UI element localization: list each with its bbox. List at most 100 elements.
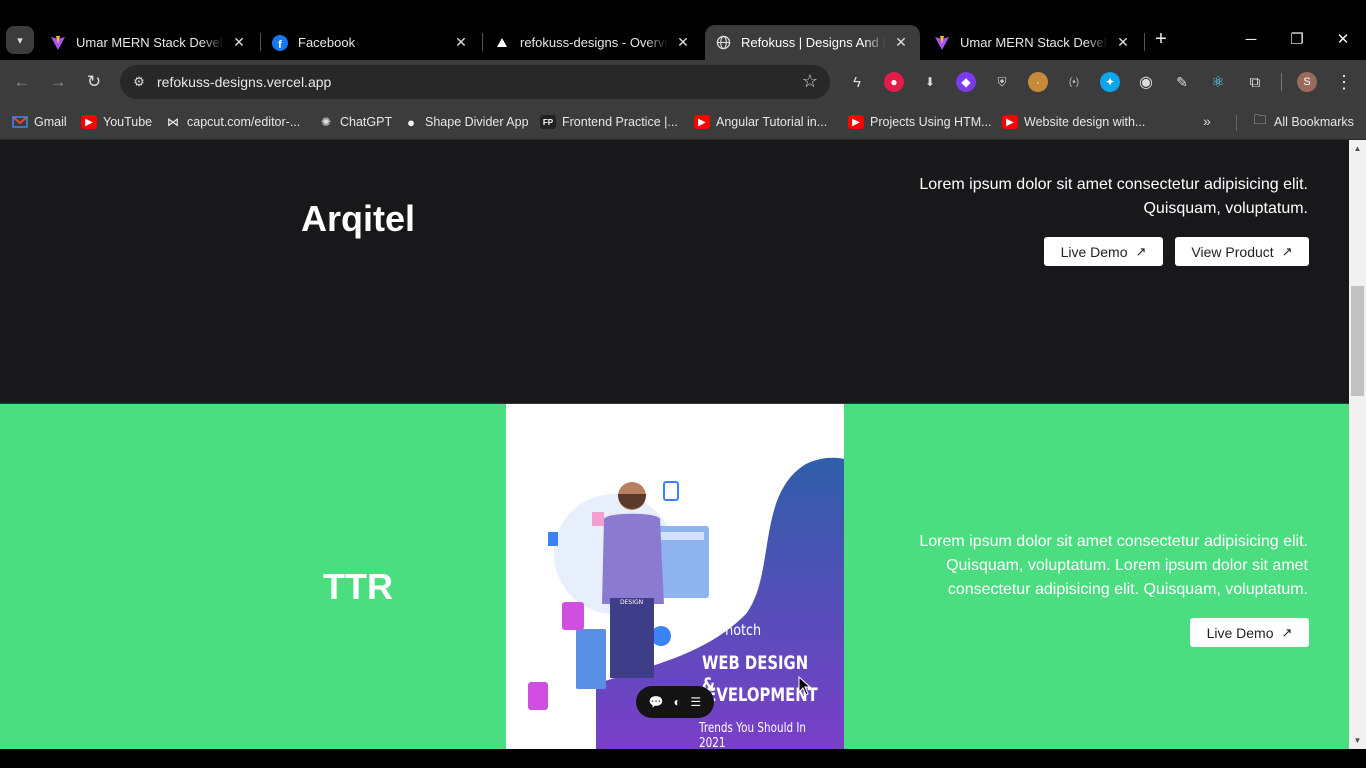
minimize-icon: ─ <box>1245 31 1257 48</box>
eyedropper-extension-icon[interactable]: ✎ <box>1172 72 1192 92</box>
image-hover-toolbar: 💬 ◐ ☰ <box>636 686 714 718</box>
toolbar-divider <box>1281 73 1282 91</box>
profile-avatar[interactable]: S <box>1297 72 1317 92</box>
tab-title: Umar MERN Stack Developer <box>76 35 224 50</box>
new-tab-button[interactable]: + <box>1150 28 1172 50</box>
tab-refokuss[interactable]: Refokuss | Designs And Development ✕ <box>705 25 920 60</box>
window-bottom-edge <box>0 749 1366 768</box>
bookmark-gmail[interactable]: Gmail <box>12 112 67 132</box>
plus-icon: + <box>1155 28 1167 50</box>
chevron-down-icon: ▾ <box>17 34 23 47</box>
bookmarks-divider <box>1236 115 1237 131</box>
capcut-icon: ⋈ <box>167 115 179 129</box>
scroll-up-arrow-icon[interactable]: ▲ <box>1349 140 1366 157</box>
close-window-button[interactable]: ✕ <box>1328 26 1358 54</box>
image-caption-line4: Trends You Should In 2021 <box>699 721 807 749</box>
bookmark-projects-html[interactable]: ▶ Projects Using HTM... <box>848 112 992 132</box>
bookmark-chatgpt[interactable]: ✺ ChatGPT <box>318 112 392 132</box>
vite-icon <box>50 35 66 51</box>
close-icon: ✕ <box>1336 31 1350 48</box>
restore-button[interactable]: ❐ <box>1282 26 1312 54</box>
trending-up-icon: ↗ <box>1281 243 1293 259</box>
globe-extension-icon[interactable]: ✦ <box>1100 72 1120 92</box>
youtube-icon: ▶ <box>81 115 97 129</box>
close-icon[interactable]: ✕ <box>892 34 910 51</box>
forward-button[interactable]: → <box>46 70 70 94</box>
page-viewport: Arqitel Lorem ipsum dolor sit amet conse… <box>0 140 1349 749</box>
address-bar[interactable]: ⚙ refokuss-designs.vercel.app ☆ <box>120 65 830 99</box>
shape-divider-icon: ● <box>407 114 415 130</box>
url-text[interactable]: refokuss-designs.vercel.app <box>157 74 331 90</box>
tab-search-button[interactable]: ▾ <box>6 26 34 54</box>
tab-facebook[interactable]: f Facebook ✕ <box>262 25 480 60</box>
scroll-down-arrow-icon[interactable]: ▼ <box>1349 732 1366 749</box>
tab-vercel[interactable]: refokuss-designs - Overview ✕ <box>484 25 702 60</box>
purple-extension-icon[interactable]: ◆ <box>956 72 976 92</box>
image-caption-line1: Top-notch <box>699 621 762 639</box>
live-demo-button[interactable]: Live Demo ↗ <box>1190 618 1309 647</box>
live-demo-button[interactable]: Live Demo ↗ <box>1044 237 1163 266</box>
bookmark-angular-tutorial[interactable]: ▶ Angular Tutorial in... <box>694 112 827 132</box>
globe-icon <box>715 35 731 51</box>
tab-umar-2[interactable]: Umar MERN Stack Developer ✕ <box>924 25 1142 60</box>
menu-dots-icon[interactable]: ⋮ <box>1334 70 1354 94</box>
comment-icon[interactable]: 💬 <box>649 695 664 709</box>
tab-divider <box>1144 33 1145 51</box>
arrow-left-icon: ← <box>13 72 31 91</box>
minimize-button[interactable]: ─ <box>1236 26 1266 54</box>
red-extension-icon[interactable]: ● <box>884 72 904 92</box>
lightning-extension-icon[interactable]: ϟ <box>847 72 867 92</box>
bookmark-frontend-practice[interactable]: FP Frontend Practice |... <box>540 112 678 132</box>
trending-up-icon: ↗ <box>1135 243 1147 259</box>
view-product-button[interactable]: View Product ↗ <box>1175 237 1309 266</box>
vercel-icon <box>494 35 510 51</box>
shield-extension-icon[interactable]: ⛨ <box>992 72 1012 92</box>
vite-icon <box>934 35 950 51</box>
fp-icon: FP <box>540 115 556 129</box>
restore-icon: ❐ <box>1290 31 1304 48</box>
all-bookmarks[interactable]: 🗀 All Bookmarks <box>1252 112 1353 132</box>
facebook-icon: f <box>272 34 288 51</box>
close-icon[interactable]: ✕ <box>230 34 248 51</box>
bookmark-star-icon[interactable]: ☆ <box>802 71 818 92</box>
more-bookmarks-chevron-icon[interactable]: » <box>1203 113 1211 129</box>
youtube-icon: ▶ <box>694 115 710 129</box>
tab-divider <box>260 33 261 51</box>
tab-title: Facebook <box>298 35 356 50</box>
puzzle-icon[interactable]: ⧉ <box>1245 72 1265 92</box>
tab-umar-1[interactable]: Umar MERN Stack Developer ✕ <box>40 25 258 60</box>
tab-title: refokuss-designs - Overview <box>520 35 668 50</box>
toggle-icon[interactable]: ◐ <box>673 695 680 709</box>
close-icon[interactable]: ✕ <box>1114 34 1132 51</box>
project-thumbnail: DESIGN Top-notch WEB DESIGN & DEVELOPMEN… <box>506 404 844 749</box>
project-arqitel: Arqitel Lorem ipsum dolor sit amet conse… <box>0 140 1349 404</box>
site-settings-icon[interactable]: ⚙ <box>130 73 148 91</box>
react-extension-icon[interactable]: ⚛ <box>1208 72 1228 92</box>
tab-divider <box>482 33 483 51</box>
bookmark-shape-divider[interactable]: ● Shape Divider App <box>403 112 528 132</box>
bookmark-youtube[interactable]: ▶ YouTube <box>81 112 152 132</box>
close-icon[interactable]: ✕ <box>674 34 692 51</box>
bookmarks-bar: Gmail ▶ YouTube ⋈ capcut.com/editor-... … <box>0 104 1366 140</box>
back-button[interactable]: ← <box>10 70 34 94</box>
project-ttr: TTR DESIGN Top-notch WEB DESIGN & DEVELO… <box>0 404 1349 749</box>
page-scrollbar[interactable]: ▲ ▼ <box>1349 140 1366 749</box>
target-extension-icon[interactable]: ◉ <box>1136 72 1156 92</box>
gmail-icon <box>12 115 28 129</box>
mic-extension-icon[interactable]: (•) <box>1064 72 1084 92</box>
download-extension-icon[interactable]: ⬇ <box>920 72 940 92</box>
list-icon[interactable]: ☰ <box>690 695 701 709</box>
scrollbar-thumb[interactable] <box>1351 286 1364 396</box>
project-title: TTR <box>323 566 393 607</box>
close-icon[interactable]: ✕ <box>452 34 470 51</box>
trending-up-icon: ↗ <box>1281 624 1293 640</box>
reload-button[interactable]: ↻ <box>82 70 106 94</box>
chatgpt-icon: ✺ <box>320 115 332 129</box>
bookmark-website-design[interactable]: ▶ Website design with... <box>1002 112 1145 132</box>
youtube-icon: ▶ <box>1002 115 1018 129</box>
cookie-extension-icon[interactable]: · <box>1028 72 1048 92</box>
browser-toolbar: ← → ↻ ⚙ refokuss-designs.vercel.app ☆ ϟ … <box>0 60 1366 104</box>
bookmark-capcut[interactable]: ⋈ capcut.com/editor-... <box>165 112 300 132</box>
folder-icon: 🗀 <box>1253 112 1267 127</box>
tab-strip: ▾ Umar MERN Stack Developer ✕ f Facebook… <box>0 0 1366 60</box>
